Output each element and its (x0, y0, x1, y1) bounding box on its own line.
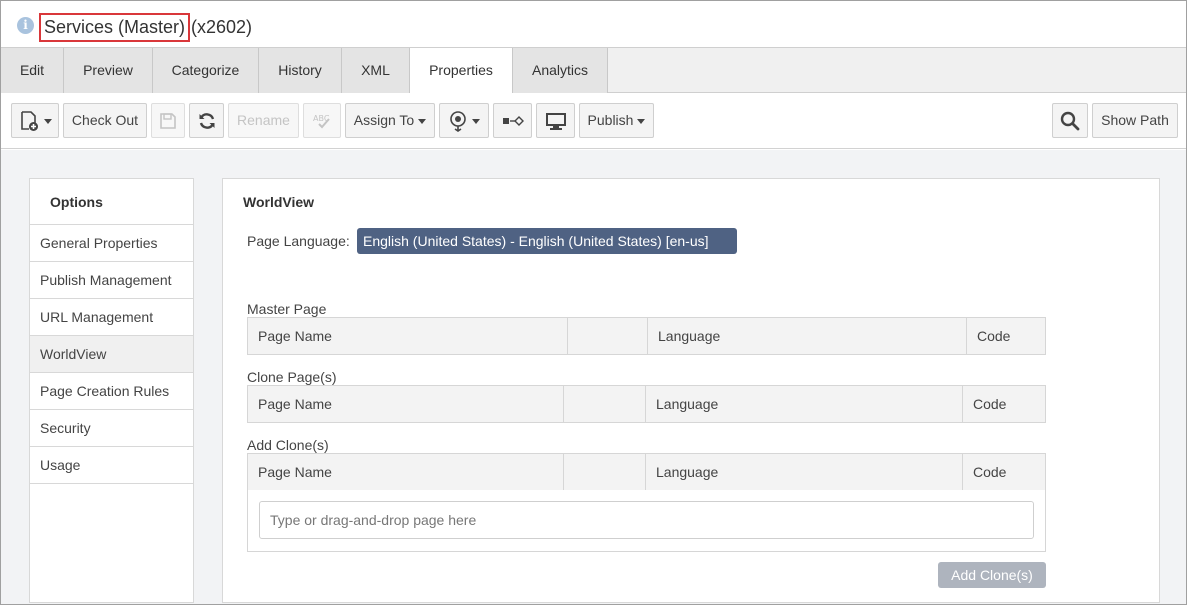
add-clones-button[interactable]: Add Clone(s) (938, 562, 1046, 588)
page-language-label: Page Language: (247, 233, 350, 249)
toolbar: Check Out Rename ABC Assign To Publish S… (1, 93, 1186, 149)
assign-to-button[interactable]: Assign To (345, 103, 435, 138)
link-button[interactable] (493, 103, 532, 138)
page-language-select[interactable]: English (United States) - English (Unite… (357, 228, 737, 254)
publish-label: Publish (587, 112, 634, 128)
sidebar-item-general-properties[interactable]: General Properties (30, 225, 193, 262)
sidebar-item-usage[interactable]: Usage (30, 447, 193, 484)
info-icon[interactable]: i (17, 17, 34, 34)
options-sidebar: Options General Properties Publish Manag… (29, 178, 194, 603)
master-page-table-header: Page Name Language Code (247, 317, 1046, 355)
clone-pages-table-header: Page Name Language Code (247, 385, 1046, 423)
column-header-code: Code (973, 396, 1007, 412)
save-button[interactable] (151, 103, 185, 138)
sidebar-item-publish-management[interactable]: Publish Management (30, 262, 193, 299)
panel-title: WorldView (243, 194, 315, 210)
monitor-icon (545, 113, 566, 131)
title-bar: i Services (Master) (x2602) (1, 1, 1186, 47)
sidebar-item-security[interactable]: Security (30, 410, 193, 447)
sidebar-heading: Options (30, 179, 193, 225)
column-header-language: Language (646, 386, 963, 422)
tab-preview[interactable]: Preview (64, 48, 153, 93)
column-header-language: Language (648, 318, 967, 354)
master-page-label: Master Page (247, 301, 327, 317)
add-clones-drop-zone (247, 490, 1046, 552)
new-page-button[interactable] (11, 103, 59, 138)
save-icon (160, 113, 176, 130)
workflow-icon (450, 111, 466, 133)
tab-properties[interactable]: Properties (410, 48, 513, 94)
search-icon (1060, 112, 1080, 131)
sidebar-item-page-creation-rules[interactable]: Page Creation Rules (30, 373, 193, 410)
chevron-down-icon (637, 118, 646, 124)
column-header-language: Language (646, 454, 963, 490)
assign-to-label: Assign To (353, 112, 415, 128)
add-clones-label: Add Clone(s) (247, 437, 329, 453)
chevron-down-icon (472, 118, 480, 124)
page-drop-input[interactable] (259, 501, 1034, 539)
tab-categorize[interactable]: Categorize (153, 48, 259, 93)
column-header-page-name: Page Name (248, 318, 568, 354)
column-header-code: Code (973, 464, 1007, 480)
show-path-button[interactable]: Show Path (1092, 103, 1178, 138)
column-header-code: Code (977, 328, 1011, 344)
column-header-blank (568, 318, 648, 354)
sidebar-item-url-management[interactable]: URL Management (30, 299, 193, 336)
column-header-blank (564, 454, 646, 490)
add-clones-table-header: Page Name Language Code (247, 453, 1046, 491)
tab-bar: Edit Preview Categorize History XML Prop… (1, 47, 1186, 94)
column-header-page-name: Page Name (248, 454, 564, 490)
column-header-page-name: Page Name (248, 386, 564, 422)
chevron-down-icon (418, 118, 427, 124)
tab-xml[interactable]: XML (342, 48, 410, 93)
sidebar-item-worldview[interactable]: WorldView (30, 336, 193, 373)
tab-edit[interactable]: Edit (1, 48, 64, 93)
new-page-icon (21, 111, 38, 132)
tab-history[interactable]: History (259, 48, 342, 93)
clone-pages-label: Clone Page(s) (247, 369, 337, 385)
column-header-blank (564, 386, 646, 422)
refresh-button[interactable] (189, 103, 224, 138)
search-button[interactable] (1052, 103, 1088, 138)
spellcheck-icon: ABC (313, 114, 330, 129)
workflow-button[interactable] (439, 103, 489, 138)
page-title: Services (Master) (39, 13, 191, 42)
link-icon (502, 116, 524, 127)
chevron-down-icon (44, 118, 52, 124)
worldview-panel: WorldView Page Language: English (United… (222, 178, 1160, 603)
page-id: (x2602) (191, 17, 253, 37)
refresh-icon (199, 113, 214, 130)
tab-analytics[interactable]: Analytics (513, 48, 608, 93)
rename-button[interactable]: Rename (228, 103, 299, 138)
spellcheck-button[interactable]: ABC (303, 103, 341, 138)
check-out-button[interactable]: Check Out (63, 103, 147, 138)
publish-button[interactable]: Publish (579, 103, 654, 138)
monitor-button[interactable] (536, 103, 575, 138)
